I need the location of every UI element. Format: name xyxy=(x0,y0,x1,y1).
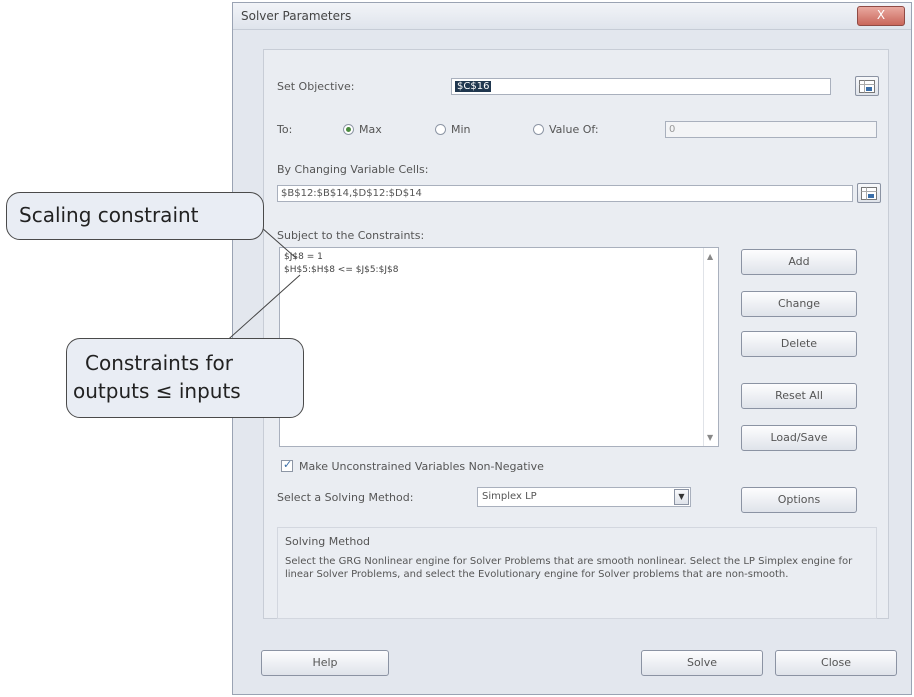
outputs-callout-line2: outputs ≤ inputs xyxy=(73,379,241,403)
outputs-callout-line xyxy=(221,274,301,346)
scaling-callout-line xyxy=(261,227,297,259)
scaling-callout-text: Scaling constraint xyxy=(19,203,199,227)
outputs-callout-line1: Constraints for xyxy=(85,351,233,375)
scaling-constraint-callout: Scaling constraint xyxy=(6,192,264,240)
outputs-constraints-callout: Constraints for outputs ≤ inputs xyxy=(66,338,304,418)
